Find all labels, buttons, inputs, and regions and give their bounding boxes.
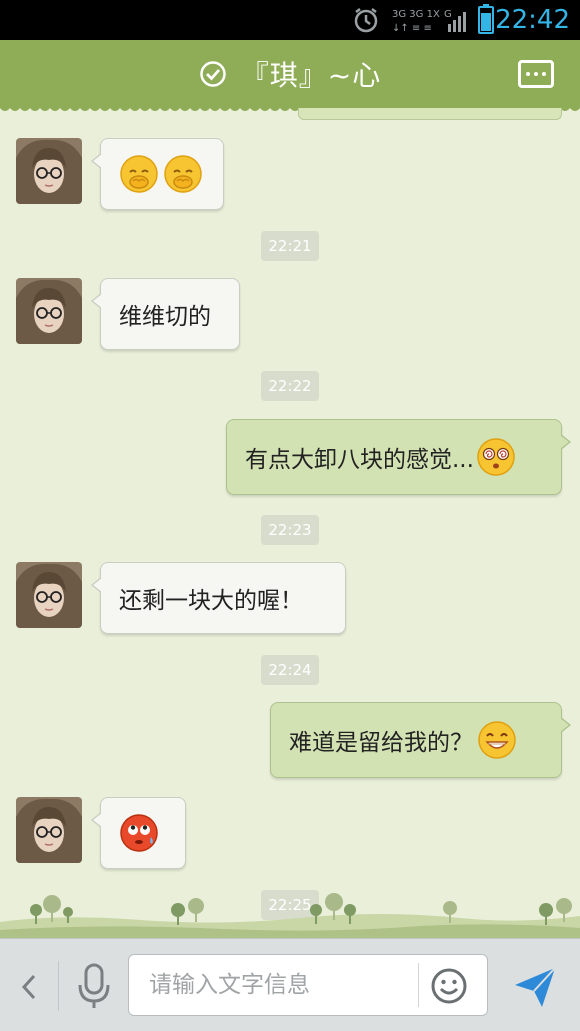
dizzy-face-emoji — [477, 438, 515, 476]
divider — [58, 961, 59, 1011]
message-text: 还剩一块大的喔！ — [119, 588, 303, 614]
status-bar: 3G 3G 1X ↓↑ ≡ ≡ G 22:42 — [0, 0, 580, 40]
alarm-icon — [354, 8, 378, 33]
message-bubble-outgoing[interactable]: 难道是留给我的？ — [270, 702, 571, 778]
title-bar: 『琪』~心 — [0, 40, 580, 111]
divider — [418, 963, 419, 1007]
signal-icon: G — [444, 9, 466, 32]
svg-text:G: G — [444, 9, 452, 20]
scenery-decoration — [0, 893, 580, 938]
svg-text:↓↑ ≡ ≡: ↓↑ ≡ ≡ — [392, 23, 432, 34]
eye-roll-sweat-emoji — [120, 814, 158, 852]
grinning-face-emoji — [478, 721, 516, 759]
chat-title: 『琪』~心 — [240, 59, 382, 92]
message-bubble-incoming[interactable] — [91, 138, 224, 210]
more-options-icon[interactable] — [518, 60, 554, 88]
send-icon[interactable] — [512, 965, 558, 1009]
shy-face-emoji — [120, 155, 158, 193]
message-text: 有点大卸八块的感觉... — [245, 447, 474, 473]
timestamp: 22:22 — [261, 371, 319, 401]
message-bubble-incoming[interactable] — [91, 797, 186, 869]
message-bubble-incoming[interactable]: 维维切的 — [91, 278, 240, 350]
shy-face-emoji — [164, 155, 202, 193]
svg-text:3G 3G 1X: 3G 3G 1X — [392, 9, 440, 20]
timestamp: 22:21 — [261, 231, 319, 261]
chat-area[interactable]: 22:21 维维切的 22:22 有点大卸八块的感觉... 22:23 还剩一块… — [0, 108, 580, 938]
contact-avatar[interactable] — [16, 562, 82, 628]
microphone-icon[interactable] — [72, 961, 116, 1011]
battery-icon — [478, 4, 494, 34]
contact-avatar[interactable] — [16, 138, 82, 204]
online-check-icon — [200, 61, 226, 87]
contact-avatar[interactable] — [16, 278, 82, 344]
message-text: 难道是留给我的？ — [289, 730, 473, 756]
status-time: 22:42 — [495, 5, 570, 35]
message-bubble-incoming[interactable]: 还剩一块大的喔！ — [91, 562, 346, 634]
network-type-icon: 3G 3G 1X ↓↑ ≡ ≡ — [392, 9, 440, 34]
timestamp: 22:23 — [261, 515, 319, 545]
message-text: 维维切的 — [119, 304, 211, 330]
contact-avatar[interactable] — [16, 797, 82, 863]
timestamp: 22:24 — [261, 655, 319, 685]
previous-message-bubble — [298, 108, 562, 120]
emoji-smiley-icon[interactable] — [430, 967, 468, 1005]
input-bar — [0, 938, 580, 1031]
message-bubble-outgoing[interactable]: 有点大卸八块的感觉... — [226, 419, 571, 495]
back-chevron-icon[interactable] — [14, 967, 44, 1007]
